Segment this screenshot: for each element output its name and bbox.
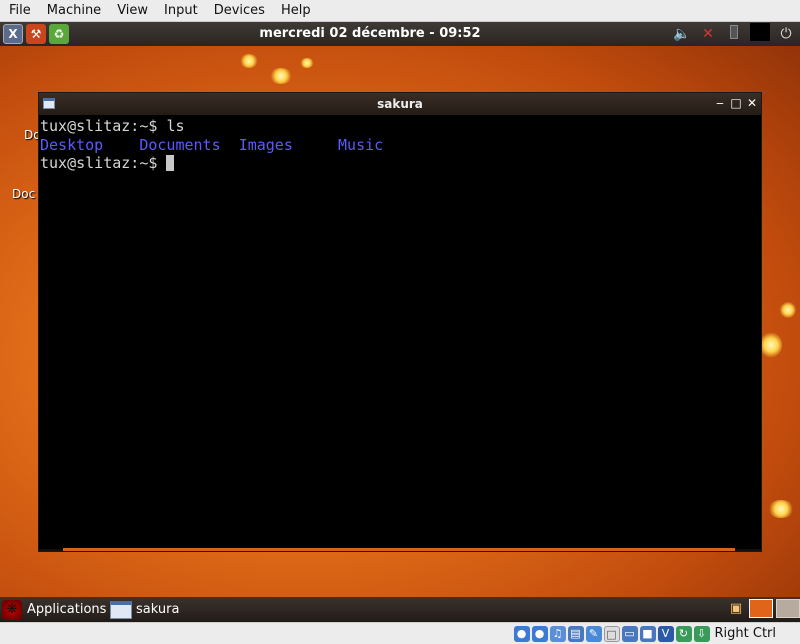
desktop-icon-label[interactable]: Doc (12, 187, 35, 201)
power-icon[interactable]: ⏻ (776, 26, 796, 42)
menu-devices[interactable]: Devices (205, 0, 272, 22)
archive-icon[interactable]: ▣ (726, 601, 746, 617)
top-panel: X ⚒ ♻ mercredi 02 décembre - 09:52 🔈 ✕ ⏻ (0, 22, 800, 46)
terminal-output[interactable]: tux@slitaz:~$ ls Desktop Documents Image… (39, 115, 761, 549)
window-icon (110, 600, 132, 619)
volume-icon[interactable]: 🔈 (672, 26, 692, 42)
applications-menu-button[interactable]: ❋ Applications (0, 597, 106, 622)
virtualization-icon[interactable]: V (657, 625, 674, 642)
ls-entry: Music (338, 135, 384, 154)
window-bottom-border (63, 548, 735, 551)
host-status-bar: ● ● ♫ ▤ ✎ □ ▭ ■ V ↻ ⇩ Right Ctrl (0, 622, 800, 644)
keyboard-indicator-icon[interactable] (750, 23, 770, 45)
menu-machine[interactable]: Machine (38, 0, 108, 22)
mouse-integration-icon[interactable]: ↻ (675, 625, 692, 642)
system-tray: 🔈 ✕ ⏻ (672, 23, 796, 45)
wallpaper-sparkle (270, 68, 292, 84)
text-cursor (166, 155, 175, 171)
optical-drive-icon[interactable]: ● (531, 625, 548, 642)
window-title: sakura (377, 97, 423, 111)
menu-help[interactable]: Help (272, 0, 318, 22)
ls-entry: Desktop (40, 135, 104, 154)
keyboard-capture-icon[interactable]: ⇩ (693, 625, 710, 642)
minimize-icon[interactable]: ‒ (713, 96, 727, 110)
panel-clock[interactable]: mercredi 02 décembre - 09:52 (0, 22, 740, 46)
usb-icon[interactable]: ✎ (585, 625, 602, 642)
harddisk-icon[interactable]: ● (513, 625, 530, 642)
wallpaper-sparkle (300, 58, 314, 68)
host-menu-bar: File Machine View Input Devices Help (0, 0, 800, 22)
terminal-window: sakura ‒ □ ✕ tux@slitaz:~$ ls Desktop Do… (38, 92, 762, 552)
wallpaper-sparkle (768, 500, 794, 518)
menu-input[interactable]: Input (155, 0, 205, 22)
battery-icon[interactable] (724, 25, 744, 43)
task-button-sakura[interactable]: sakura (110, 597, 179, 622)
menu-view[interactable]: View (108, 0, 155, 22)
display-icon[interactable]: ▭ (621, 625, 638, 642)
ls-entry: Documents (139, 135, 221, 154)
wallpaper-sparkle (780, 302, 796, 318)
menu-file[interactable]: File (0, 0, 38, 22)
audio-icon[interactable]: ♫ (549, 625, 566, 642)
wallpaper-sparkle (760, 332, 782, 358)
window-titlebar[interactable]: sakura ‒ □ ✕ (39, 93, 761, 115)
applications-label: Applications (27, 602, 107, 617)
prompt: tux@slitaz:~$ (40, 117, 167, 135)
taskbar-tray: ▣ (726, 599, 800, 618)
network-icon[interactable]: ▤ (567, 625, 584, 642)
guest-desktop: X ⚒ ♻ mercredi 02 décembre - 09:52 🔈 ✕ ⏻… (0, 22, 800, 622)
maximize-icon[interactable]: □ (729, 96, 743, 110)
close-icon[interactable]: ✕ (745, 96, 759, 110)
prompt: tux@slitaz:~$ (40, 154, 167, 172)
network-disconnected-icon[interactable]: ✕ (698, 26, 718, 42)
spider-icon: ❋ (2, 599, 22, 620)
shared-folder-icon[interactable]: □ (603, 625, 620, 642)
host-key-label: Right Ctrl (714, 626, 777, 641)
workspace-1[interactable] (749, 599, 773, 618)
workspace-2[interactable] (776, 599, 800, 618)
taskbar: ❋ Applications sakura ▣ (0, 597, 800, 622)
task-label: sakura (136, 602, 180, 617)
video-capture-icon[interactable]: ■ (639, 625, 656, 642)
wallpaper-sparkle (240, 54, 258, 68)
command: ls (166, 117, 185, 135)
ls-entry: Images (238, 135, 293, 154)
